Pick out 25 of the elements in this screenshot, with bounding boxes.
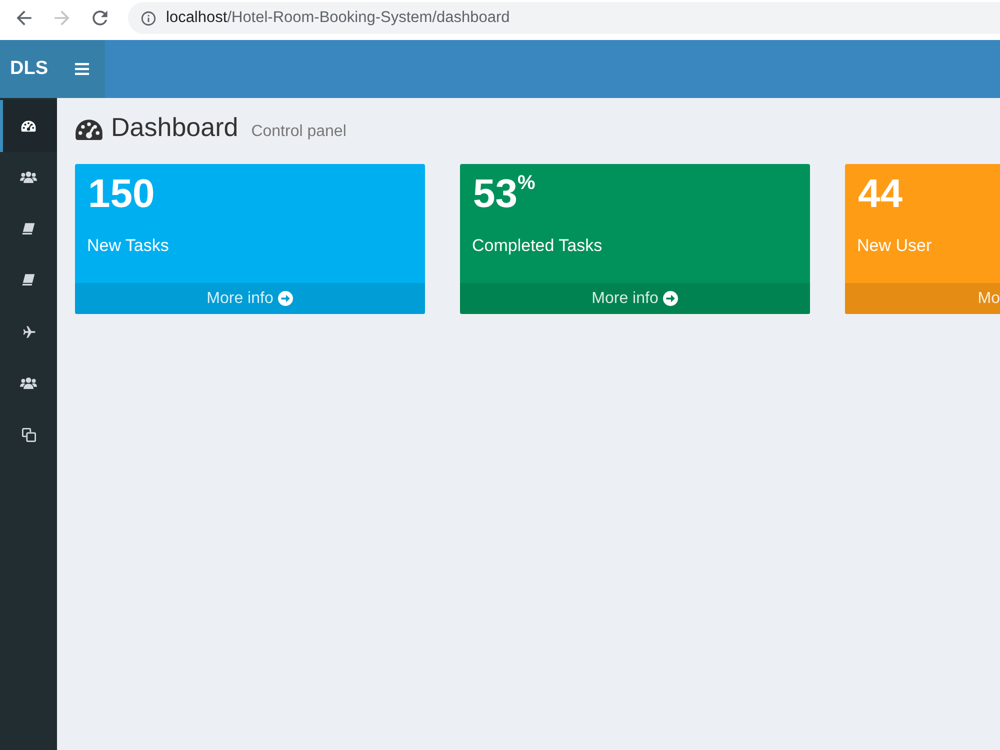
book-icon xyxy=(22,222,35,235)
more-info-link[interactable]: Mo xyxy=(845,283,1000,314)
menu-icon xyxy=(74,63,88,75)
stat-label: New User xyxy=(857,236,933,256)
plane-icon xyxy=(22,324,36,339)
more-info-link[interactable]: More info xyxy=(460,283,810,314)
page-subtitle: Control panel xyxy=(251,122,346,142)
gauge-icon xyxy=(21,120,36,132)
stat-value: 150 xyxy=(88,172,156,216)
book-icon xyxy=(22,274,35,286)
sidebar-item[interactable] xyxy=(0,100,57,152)
sidebar-toggle-button[interactable] xyxy=(58,40,105,98)
brand-logo[interactable]: DLS xyxy=(0,40,58,98)
address-bar[interactable]: localhost/Hotel-Room-Booking-System/dashboard xyxy=(128,2,1000,34)
more-info-link[interactable]: More info xyxy=(75,283,425,314)
stat-label: Completed Tasks xyxy=(472,236,604,256)
users-icon xyxy=(20,171,37,184)
page-title: Dashboard xyxy=(111,113,238,142)
stat-value: 53$^{%}$ xyxy=(473,172,536,216)
stat-label: New Tasks xyxy=(87,236,170,256)
info-icon xyxy=(140,10,157,26)
stat-value: 44 xyxy=(858,172,904,216)
gauge-icon xyxy=(75,118,103,140)
copy-icon xyxy=(22,428,36,442)
users-icon xyxy=(20,377,37,390)
